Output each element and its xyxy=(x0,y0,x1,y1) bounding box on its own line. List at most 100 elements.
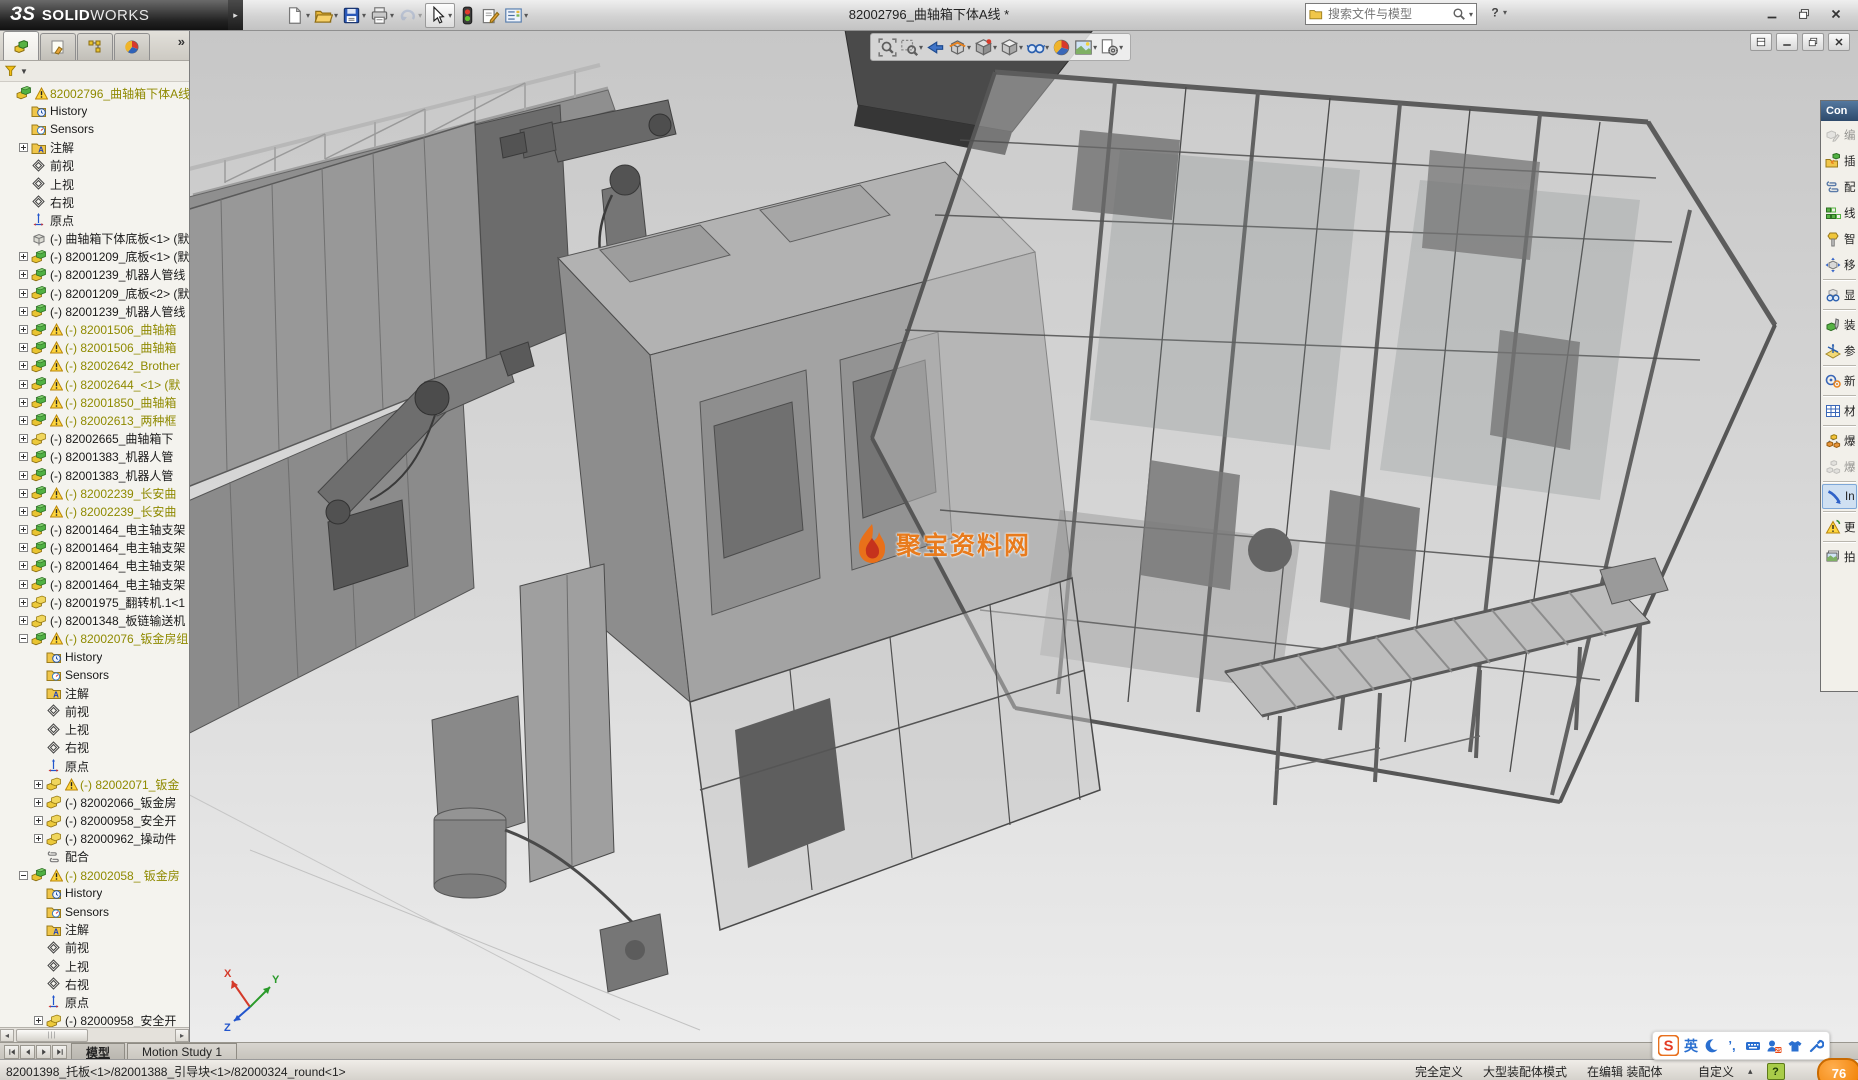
update-button[interactable]: 更 xyxy=(1822,514,1857,539)
hide-show-items-button[interactable]: ▾ xyxy=(1026,38,1049,57)
instant3d-button[interactable]: In xyxy=(1822,484,1857,509)
tree-item[interactable]: 配合 xyxy=(0,848,189,866)
tree-item[interactable]: (-) 82002665_曲轴箱下 xyxy=(0,430,189,448)
expand-toggle[interactable] xyxy=(19,543,28,552)
scroll-left-button[interactable]: ◂ xyxy=(0,1029,14,1042)
doc-minimize-button[interactable] xyxy=(1776,33,1798,51)
tree-filter-row[interactable]: ▼ xyxy=(0,61,189,82)
minimize-button[interactable] xyxy=(1760,4,1784,24)
expand-toggle[interactable] xyxy=(19,416,28,425)
search-box[interactable]: ▾ xyxy=(1305,3,1477,25)
tab-featuremanager[interactable] xyxy=(3,31,39,60)
panel-expand-chevron[interactable]: » xyxy=(178,34,185,49)
scroll-right-button[interactable]: ▸ xyxy=(175,1029,189,1042)
edit-note-button[interactable] xyxy=(480,4,501,27)
language-en-icon[interactable]: 英 xyxy=(1684,1036,1698,1056)
restore-button[interactable] xyxy=(1792,4,1816,24)
tree-item[interactable]: (-) 82000958_安全开 xyxy=(0,812,189,830)
tree-item[interactable]: (-) 82001209_底板<1> (默 xyxy=(0,248,189,266)
tree-item[interactable]: A注解 xyxy=(0,684,189,702)
print-button[interactable]: ▾ xyxy=(369,4,395,27)
options-list-button[interactable]: ▾ xyxy=(503,4,529,27)
tree-item[interactable]: 前视 xyxy=(0,939,189,957)
assembly-features-button[interactable]: 装 xyxy=(1822,312,1857,337)
tree-item[interactable]: Sensors xyxy=(0,666,189,684)
toolbox-icon[interactable] xyxy=(1808,1038,1824,1054)
mate-button[interactable]: 配 xyxy=(1822,174,1857,199)
new-motion-study-button[interactable]: 新 xyxy=(1822,368,1857,393)
tree-item[interactable]: History xyxy=(0,102,189,120)
undo-button[interactable]: ▾ xyxy=(397,4,423,27)
tree-item[interactable]: (-) 82001383_机器人管 xyxy=(0,448,189,466)
tree-item[interactable]: (-) 82001239_机器人管线 xyxy=(0,302,189,320)
tree-item[interactable]: (-) 82002642_Brother xyxy=(0,357,189,375)
search-dropdown-arrow[interactable]: ▾ xyxy=(1469,10,1473,19)
save-button[interactable]: ▾ xyxy=(341,4,367,27)
dropdown-arrow-icon[interactable]: ▾ xyxy=(1093,43,1097,52)
new-file-button[interactable]: ▾ xyxy=(285,4,311,27)
soft-keyboard-icon[interactable] xyxy=(1745,1038,1761,1054)
tree-item[interactable]: (-) 82001464_电主轴支架 xyxy=(0,539,189,557)
expand-toggle[interactable] xyxy=(19,580,28,589)
tree-item[interactable]: (-) 82001464_电主轴支架 xyxy=(0,575,189,593)
tab-motion-study-1[interactable]: Motion Study 1 xyxy=(127,1043,237,1060)
dropdown-arrow-icon[interactable]: ▾ xyxy=(362,11,366,20)
expand-toggle[interactable] xyxy=(34,816,43,825)
expand-toggle[interactable] xyxy=(19,598,28,607)
tree-item[interactable]: (-) 82002239_长安曲 xyxy=(0,502,189,520)
tree-item[interactable]: (-) 82001506_曲轴箱 xyxy=(0,320,189,338)
search-icon[interactable] xyxy=(1452,7,1466,21)
tree-item[interactable]: (-) 82001383_机器人管 xyxy=(0,466,189,484)
expand-toggle[interactable] xyxy=(19,307,28,316)
expand-toggle[interactable] xyxy=(19,471,28,480)
sogou-logo-icon[interactable]: S xyxy=(1658,1035,1679,1056)
expand-toggle[interactable] xyxy=(19,289,28,298)
expand-toggle[interactable] xyxy=(19,634,28,643)
tree-item[interactable]: A注解 xyxy=(0,921,189,939)
tree-item[interactable]: 原点 xyxy=(0,757,189,775)
tree-item[interactable]: Sensors xyxy=(0,902,189,920)
bom-button[interactable]: 材 xyxy=(1822,398,1857,423)
search-input[interactable] xyxy=(1326,6,1449,22)
exploded-view-button[interactable]: 爆 xyxy=(1822,428,1857,453)
expand-toggle[interactable] xyxy=(19,452,28,461)
tree-item[interactable]: 前视 xyxy=(0,157,189,175)
view-settings-button[interactable]: ▾ xyxy=(1100,38,1123,57)
tree-item[interactable]: (-) 82002644_<1> (默 xyxy=(0,375,189,393)
expand-toggle[interactable] xyxy=(19,343,28,352)
tree-item[interactable]: 右视 xyxy=(0,739,189,757)
dropdown-arrow-icon[interactable]: ▾ xyxy=(306,11,310,20)
expand-toggle[interactable] xyxy=(19,871,28,880)
dropdown-arrow-icon[interactable]: ▾ xyxy=(993,43,997,52)
menu-flyout-arrow[interactable]: ▸ xyxy=(228,0,243,30)
tree-item[interactable]: 右视 xyxy=(0,193,189,211)
expand-toggle[interactable] xyxy=(19,398,28,407)
section-view-button[interactable]: ▾ xyxy=(948,38,971,57)
punctuation-icon[interactable]: ’, xyxy=(1724,1038,1740,1054)
tab-displaymanager[interactable] xyxy=(114,33,150,60)
profile-25-icon[interactable]: 25 xyxy=(1766,1038,1782,1054)
tab-propertymanager[interactable] xyxy=(40,33,76,60)
filter-dropdown-arrow[interactable]: ▼ xyxy=(20,67,28,76)
open-file-button[interactable]: ▾ xyxy=(313,4,339,27)
linear-pattern-button[interactable]: 线 xyxy=(1822,200,1857,225)
dropdown-arrow-icon[interactable]: ▾ xyxy=(524,11,528,20)
tree-item[interactable]: A注解 xyxy=(0,139,189,157)
tab-nav-next-button[interactable] xyxy=(36,1045,51,1059)
zoom-area-button[interactable]: ▾ xyxy=(900,38,923,57)
tree-item[interactable]: 上视 xyxy=(0,957,189,975)
smart-fastener-button[interactable]: 智 xyxy=(1822,226,1857,251)
search-scope-folder-icon[interactable] xyxy=(1309,7,1323,21)
tree-item[interactable]: (-) 82001506_曲轴箱 xyxy=(0,339,189,357)
expand-toggle[interactable] xyxy=(19,489,28,498)
expand-toggle[interactable] xyxy=(19,325,28,334)
edit-component-button[interactable]: 编 xyxy=(1822,122,1857,147)
insert-component-button[interactable]: 插 xyxy=(1822,148,1857,173)
tree-item[interactable]: (-) 曲轴箱下体底板<1> (默 xyxy=(0,230,189,248)
tree-item[interactable]: (-) 82001975_翻转机.1<1 xyxy=(0,593,189,611)
doc-tile-button[interactable] xyxy=(1750,33,1772,51)
dropdown-arrow-icon[interactable]: ▾ xyxy=(1119,43,1123,52)
expand-toggle[interactable] xyxy=(19,252,28,261)
tree-item[interactable]: (-) 82001209_底板<2> (默 xyxy=(0,284,189,302)
tree-item[interactable]: (-) 82002066_钣金房 xyxy=(0,793,189,811)
